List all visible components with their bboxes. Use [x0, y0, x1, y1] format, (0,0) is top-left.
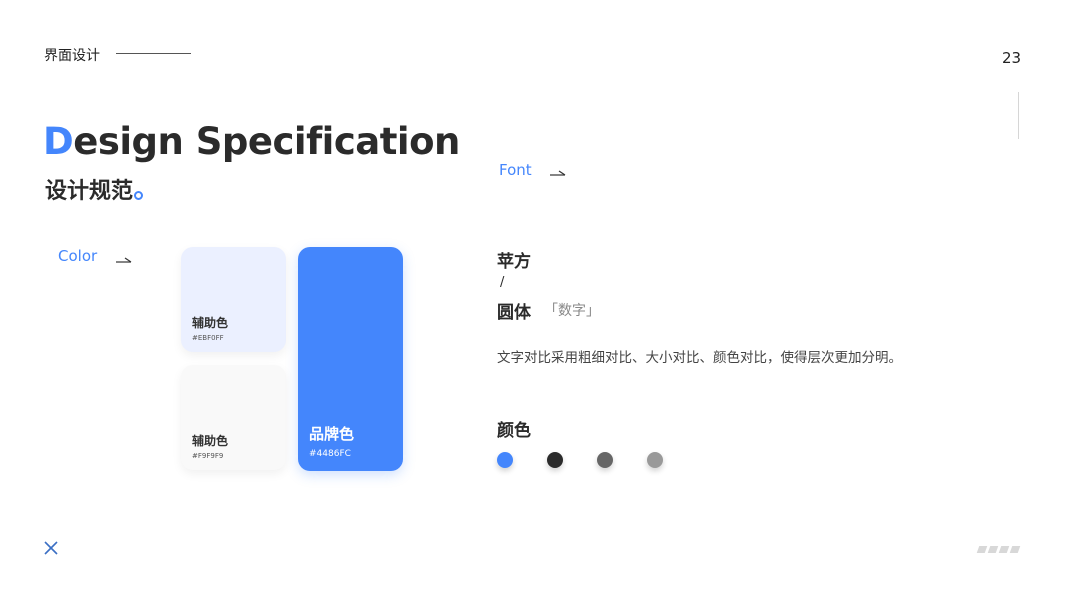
swatch-hex: #F9F9F9: [192, 452, 224, 460]
page-title: Design Specification: [43, 120, 460, 163]
font-section-label: Font: [499, 161, 532, 179]
pagination-dot: [987, 546, 999, 553]
pagination-dot: [976, 546, 988, 553]
arrow-right-icon: [116, 257, 132, 263]
font-name-pingfang: 苹方: [497, 252, 531, 272]
page-subtitle: 设计规范: [45, 173, 144, 205]
font-note: 「数字」: [544, 303, 600, 319]
arrow-right-icon: [550, 170, 566, 176]
pagination-dots-icon: [976, 546, 1021, 553]
section-label: 界面设计: [44, 48, 100, 64]
font-description: 文字对比采用粗细对比、大小对比、颜色对比，使得层次更加分明。: [497, 350, 902, 366]
close-icon[interactable]: [43, 540, 59, 556]
color-section-label: Color: [58, 247, 98, 265]
swatch-hex: #4486FC: [309, 449, 351, 459]
palette-title: 颜色: [497, 421, 531, 441]
swatch-name: 品牌色: [309, 425, 355, 443]
swatch-name: 辅助色: [192, 316, 229, 330]
swatch-card-brand: 品牌色 #4486FC: [298, 247, 403, 471]
swatch-hex: #EBF0FF: [192, 334, 224, 342]
swatch-card-ebf0ff: 辅助色 #EBF0FF: [181, 247, 286, 352]
title-rest: esign Specification: [73, 120, 460, 163]
subtitle-dot-icon: [134, 191, 144, 200]
color-dot-brand: [497, 452, 513, 468]
section-divider: [116, 53, 191, 54]
color-dot-dark: [547, 452, 563, 468]
font-name-yuanti: 圆体: [497, 303, 531, 323]
subtitle-text: 设计规范: [45, 179, 134, 204]
swatch-card-f9f9f9: 辅助色 #F9F9F9: [181, 365, 286, 470]
side-rule: [1018, 92, 1019, 139]
pagination-dot: [1009, 546, 1021, 553]
font-separator: /: [500, 275, 505, 290]
color-dot-medium: [597, 452, 613, 468]
swatch-name: 辅助色: [192, 434, 229, 448]
title-first-letter: D: [43, 120, 74, 163]
color-dot-light: [647, 452, 663, 468]
page-number: 23: [1002, 49, 1022, 67]
pagination-dot: [998, 546, 1010, 553]
